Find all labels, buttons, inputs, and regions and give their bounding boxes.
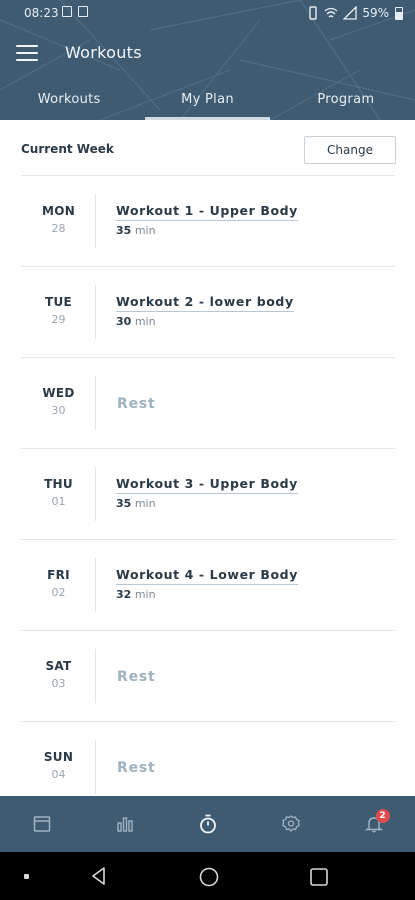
day-column: WED 30 (21, 358, 96, 448)
menu-icon[interactable] (12, 38, 42, 68)
settings-icon (281, 815, 300, 832)
day-name: WED (42, 386, 75, 400)
divider (95, 194, 96, 248)
day-date: 04 (51, 768, 66, 781)
stopwatch-icon (199, 814, 216, 834)
tab-bar: Workouts My Plan Program (0, 82, 415, 120)
duration-unit: min (134, 497, 156, 510)
battery-percent: 59% (362, 6, 389, 20)
rest-label: Rest (117, 669, 156, 685)
app-bar: Workouts (0, 28, 415, 80)
stats-icon (116, 817, 133, 832)
current-week-label: Current Week (21, 142, 114, 156)
divider (95, 467, 96, 521)
day-column: THU 01 (21, 449, 96, 539)
signal-icon (343, 6, 357, 20)
day-row-wed: WED 30 Rest (21, 358, 395, 449)
current-week-row: Current Week Change (0, 122, 415, 176)
system-nav-bar (0, 852, 415, 900)
workout-link[interactable]: Workout 3 - Upper Body (116, 476, 298, 494)
workout-duration: 32 min (116, 588, 156, 601)
status-icons-right (307, 6, 357, 20)
tab-my-plan[interactable]: My Plan (138, 82, 276, 120)
battery-icon (395, 7, 403, 20)
day-name: SAT (45, 659, 72, 673)
nav-calendar[interactable] (0, 796, 83, 852)
day-row-fri: FRI 02 Workout 4 - Lower Body 32 min (21, 540, 395, 631)
day-date: 28 (51, 222, 66, 235)
nav-settings[interactable] (249, 796, 332, 852)
workout-duration: 35 min (116, 224, 156, 237)
nav-stats[interactable] (83, 796, 166, 852)
wifi-icon (324, 7, 338, 18)
day-date: 29 (51, 313, 66, 326)
duration-unit: min (134, 224, 156, 237)
rest-label: Rest (117, 396, 156, 412)
duration-minutes: 30 (116, 315, 132, 328)
divider (95, 649, 96, 703)
day-row-mon: MON 28 Workout 1 - Upper Body 35 min (21, 176, 395, 267)
day-row-tue: TUE 29 Workout 2 - lower body 30 min (21, 267, 395, 358)
day-date: 01 (51, 495, 66, 508)
duration-minutes: 35 (116, 497, 132, 510)
workout-link[interactable]: Workout 2 - lower body (116, 294, 294, 312)
page-title: Workouts (65, 43, 142, 62)
home-icon[interactable] (198, 866, 220, 888)
workout-duration: 35 min (116, 497, 156, 510)
vibrate-icon (309, 6, 317, 20)
day-name: TUE (44, 295, 73, 309)
app-header: 08:23 59% Workouts Workouts My Plan Prog… (0, 0, 415, 120)
notification-badge: 2 (375, 809, 390, 823)
tab-workouts[interactable]: Workouts (0, 82, 138, 120)
day-date: 30 (51, 404, 66, 417)
back-icon[interactable] (89, 866, 109, 886)
sim-icon (78, 6, 88, 17)
divider (95, 376, 96, 430)
day-name: THU (44, 477, 73, 491)
day-column: FRI 02 (21, 540, 96, 630)
duration-unit: min (134, 588, 156, 601)
day-row-sat: SAT 03 Rest (21, 631, 395, 722)
duration-minutes: 32 (116, 588, 132, 601)
message-icon (62, 6, 72, 17)
recents-icon[interactable] (309, 867, 329, 887)
workout-link[interactable]: Workout 4 - Lower Body (116, 567, 298, 585)
day-name: MON (41, 204, 76, 218)
day-column: MON 28 (21, 176, 96, 266)
status-bar: 08:23 59% (0, 0, 415, 28)
day-name: SUN (43, 750, 74, 764)
nav-stopwatch[interactable] (166, 796, 249, 852)
week-day-list: MON 28 Workout 1 - Upper Body 35 min TUE… (0, 176, 415, 813)
day-date: 03 (51, 677, 66, 690)
divider (95, 558, 96, 612)
change-button[interactable]: Change (304, 136, 396, 164)
divider (95, 285, 96, 339)
duration-unit: min (134, 315, 156, 328)
rest-label: Rest (117, 760, 156, 776)
calendar-icon (33, 816, 50, 832)
day-column: SAT 03 (21, 631, 96, 721)
workout-duration: 30 min (116, 315, 156, 328)
nav-notifications[interactable]: 2 (332, 796, 415, 852)
day-date: 02 (51, 586, 66, 599)
duration-minutes: 35 (116, 224, 132, 237)
divider (95, 740, 96, 794)
day-row-thu: THU 01 Workout 3 - Upper Body 35 min (21, 449, 395, 540)
dot-icon (24, 874, 29, 879)
status-time: 08:23 (24, 6, 59, 20)
day-name: FRI (47, 568, 70, 582)
workout-link[interactable]: Workout 1 - Upper Body (116, 203, 298, 221)
day-column: TUE 29 (21, 267, 96, 357)
tab-program[interactable]: Program (277, 82, 415, 120)
status-icons-left (62, 6, 88, 17)
bottom-nav: 2 (0, 796, 415, 852)
